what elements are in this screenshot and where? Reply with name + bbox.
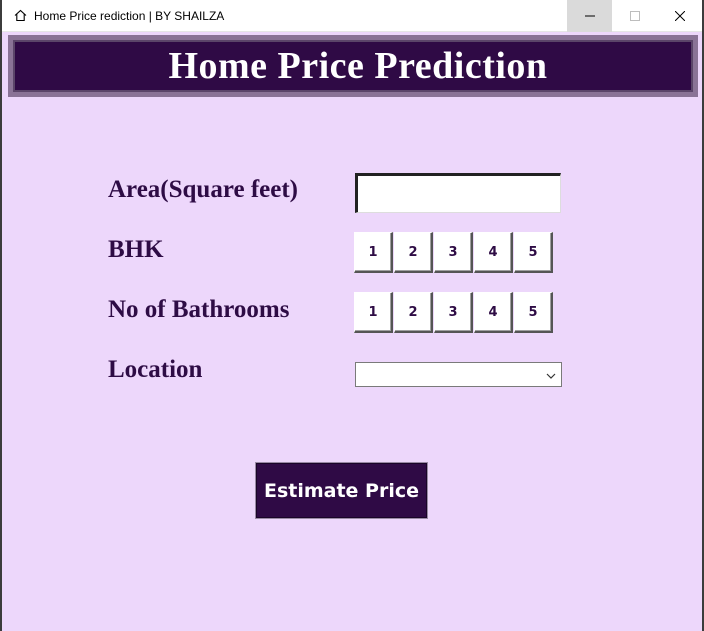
bathrooms-button-group: 1 2 3 4 5	[354, 292, 553, 333]
bhk-button-5[interactable]: 5	[514, 232, 553, 273]
bhk-button-group: 1 2 3 4 5	[354, 232, 553, 273]
app-window: Home Price rediction | BY SHAILZA Home P…	[0, 0, 704, 631]
maximize-button[interactable]	[612, 0, 657, 32]
home-icon	[12, 8, 28, 24]
bath-button-3[interactable]: 3	[434, 292, 473, 333]
area-input[interactable]	[355, 173, 561, 213]
location-label: Location	[108, 356, 203, 383]
close-button[interactable]	[657, 0, 702, 32]
chevron-down-icon	[545, 369, 557, 381]
window-controls	[567, 0, 702, 32]
window-title: Home Price rediction | BY SHAILZA	[34, 8, 225, 23]
bhk-button-4[interactable]: 4	[474, 232, 513, 273]
minimize-button[interactable]	[567, 0, 612, 32]
bath-button-1[interactable]: 1	[354, 292, 393, 333]
minimize-icon	[584, 15, 595, 17]
bhk-button-2[interactable]: 2	[394, 232, 433, 273]
bathrooms-label: No of Bathrooms	[108, 296, 290, 323]
bath-button-4[interactable]: 4	[474, 292, 513, 333]
bhk-button-1[interactable]: 1	[354, 232, 393, 273]
area-label: Area(Square feet)	[108, 176, 298, 203]
title-bar: Home Price rediction | BY SHAILZA	[2, 0, 702, 32]
bath-button-2[interactable]: 2	[394, 292, 433, 333]
bhk-button-3[interactable]: 3	[434, 232, 473, 273]
page-title: Home Price Prediction	[168, 45, 548, 87]
maximize-icon	[629, 11, 640, 21]
bhk-label: BHK	[108, 236, 164, 263]
location-select[interactable]	[355, 362, 562, 387]
bath-button-5[interactable]: 5	[514, 292, 553, 333]
header-banner: Home Price Prediction	[8, 35, 698, 97]
close-icon	[674, 11, 685, 21]
estimate-price-button[interactable]: Estimate Price	[255, 462, 428, 519]
